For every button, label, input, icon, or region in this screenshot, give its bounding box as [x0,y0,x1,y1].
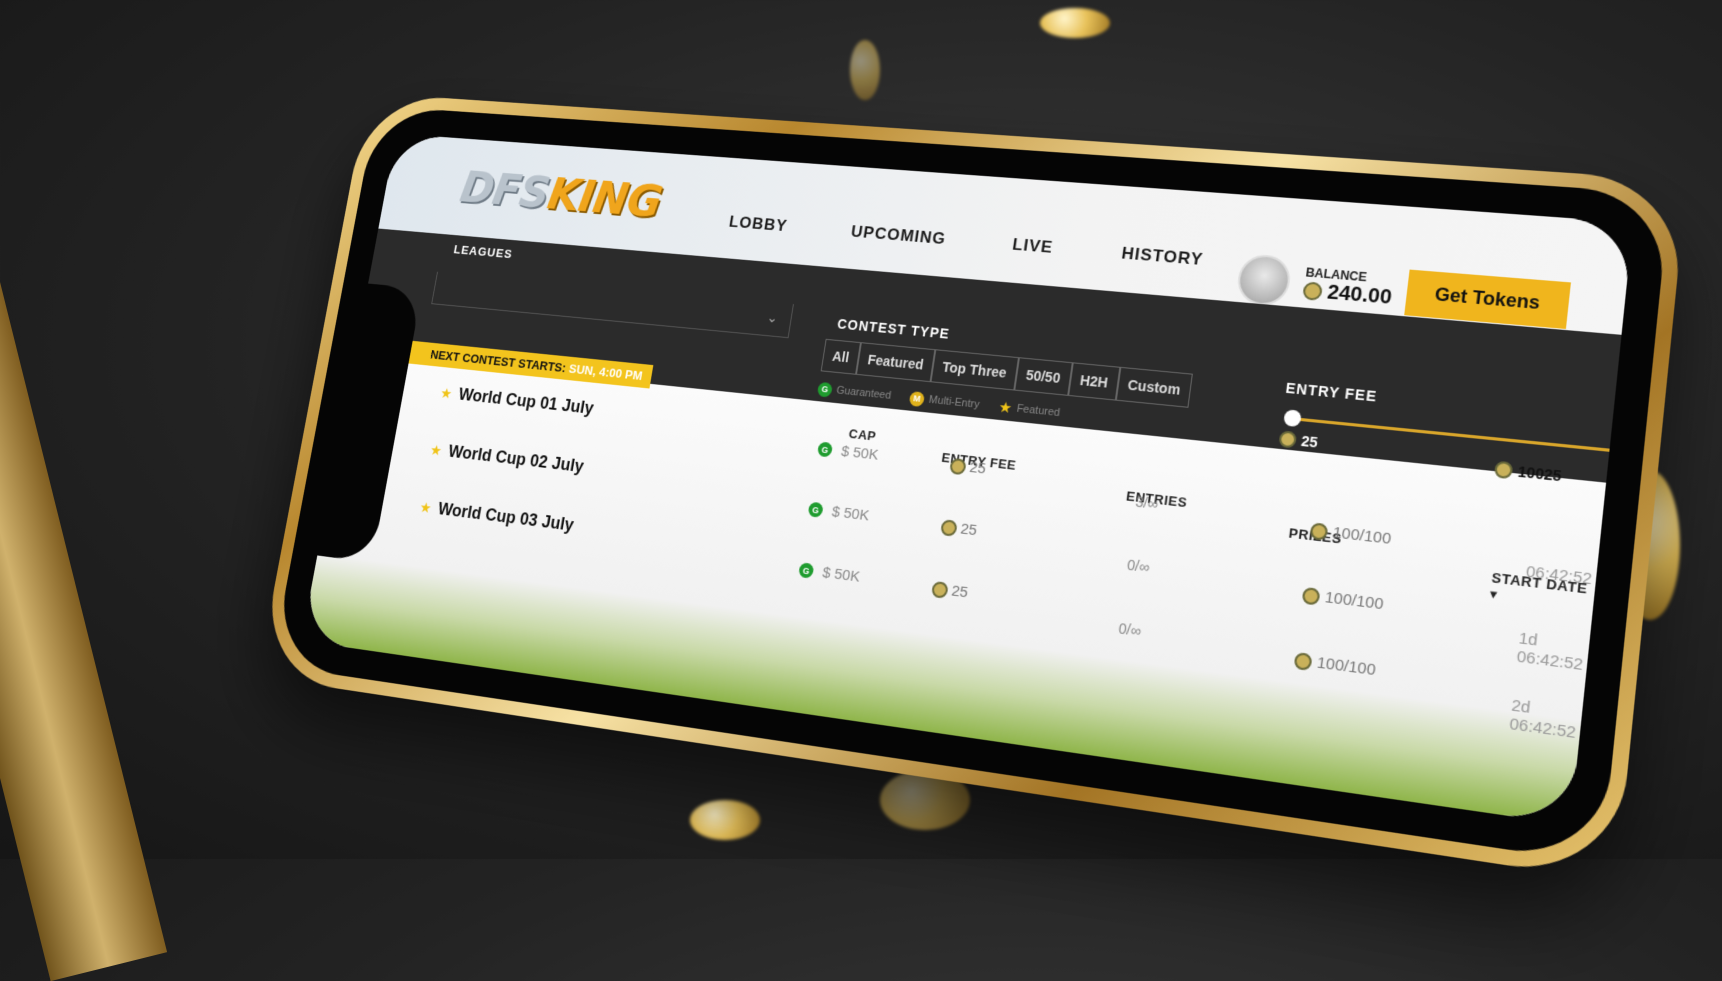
nav-lobby[interactable]: LOBBY [728,213,789,236]
next-contest-time: SUN, 4:00 PM [568,361,644,382]
contest-name-text: World Cup 01 July [457,385,595,419]
prizes-cell: 100/100 [1294,651,1377,680]
contest-type-label: CONTEST TYPE [836,316,950,342]
coin-decoration [850,40,880,100]
token-icon [1494,461,1514,480]
contest-type-custom[interactable]: Custom [1116,367,1193,408]
legend-multi-entry: M Multi-Entry [909,391,981,413]
token-icon [1278,430,1297,448]
balance-value: 240.00 [1326,281,1393,310]
fee-value: 25 [968,459,987,478]
logo-text-dfs: DFS [456,162,552,219]
contest-name: ★ World Cup 02 July [429,440,585,477]
star-icon: ★ [419,498,433,516]
nav-history[interactable]: HISTORY [1120,244,1204,270]
fee-value: 25 [959,520,978,539]
multi-entry-badge-icon: M [909,391,925,407]
cap-value: $ 50K [821,564,861,585]
legend-guaranteed: G Guaranteed [817,381,892,403]
logo-text-king: KING [544,168,665,228]
fee-cell: 25 [940,518,978,539]
star-icon: ★ [429,441,443,459]
contest-name-text: World Cup 03 July [436,499,575,535]
fee-cell: 25 [949,457,987,478]
main-nav: LOBBY UPCOMING LIVE HISTORY [728,213,1205,270]
cap-cell: G $ 50K [798,561,861,585]
guaranteed-badge-icon: G [817,441,833,457]
dfs-king-logo[interactable]: DFSKING [456,162,665,228]
start-date-cell: 2d 06:42:52 [1509,696,1583,743]
legend-featured-label: Featured [1016,403,1061,419]
cap-value: $ 50K [840,443,879,464]
guaranteed-badge-icon: G [798,562,814,579]
chevron-down-icon: ⌄ [766,309,779,326]
entries-cell: 0/∞ [1118,620,1142,639]
star-icon: ★ [439,384,453,402]
token-icon [949,457,967,474]
fee-cell: 25 [931,580,969,602]
nav-live[interactable]: LIVE [1011,235,1054,258]
token-icon [1294,651,1313,670]
balance: BALANCE 240.00 [1302,265,1395,310]
leagues-label: LEAGUES [453,242,514,261]
contest-type-all[interactable]: All [821,339,861,375]
contest-type-50-50[interactable]: 50/50 [1014,357,1073,396]
contest-type-h2h[interactable]: H2H [1068,362,1120,400]
avatar[interactable] [1235,253,1293,307]
legend-featured: ★ Featured [997,398,1061,422]
fee-value: 25 [950,582,969,601]
guaranteed-badge-icon: G [808,502,824,518]
token-icon [940,519,958,537]
cap-value: $ 50K [831,503,871,524]
entry-fee-min-value: 25 [1300,433,1318,451]
contest-name-text: World Cup 02 July [447,442,585,477]
contest-type-featured[interactable]: Featured [856,342,936,382]
app-screen: DFSKING LOBBY UPCOMING LIVE HISTORY BALA… [301,134,1633,825]
token-icon [1302,281,1323,301]
guaranteed-badge-icon: G [817,381,833,397]
contest-name: ★ World Cup 03 July [418,497,575,536]
gold-bar-decoration [0,79,167,981]
cap-cell: G $ 50K [807,501,870,525]
cap-cell: G $ 50K [817,440,880,463]
legend-multi-entry-label: Multi-Entry [928,394,980,411]
legend-guaranteed-label: Guaranteed [836,385,892,402]
token-icon [931,580,949,598]
nav-upcoming[interactable]: UPCOMING [850,222,948,249]
coin-decoration [690,800,760,840]
entry-fee-label: ENTRY FEE [1285,380,1378,405]
contest-type-top-three[interactable]: Top Three [930,349,1018,390]
star-icon: ★ [997,398,1013,417]
leagues-select[interactable]: ⌄ [431,272,794,338]
slider-min-handle[interactable] [1283,409,1302,427]
coin-decoration [1040,8,1110,38]
entry-fee-min: 25 [1278,430,1318,450]
phone-bezel: DFSKING LOBBY UPCOMING LIVE HISTORY BALA… [271,106,1670,864]
prizes-value: 100/100 [1316,654,1377,680]
phone-frame: DFSKING LOBBY UPCOMING LIVE HISTORY BALA… [257,93,1687,882]
contest-name: ★ World Cup 01 July [439,383,595,419]
